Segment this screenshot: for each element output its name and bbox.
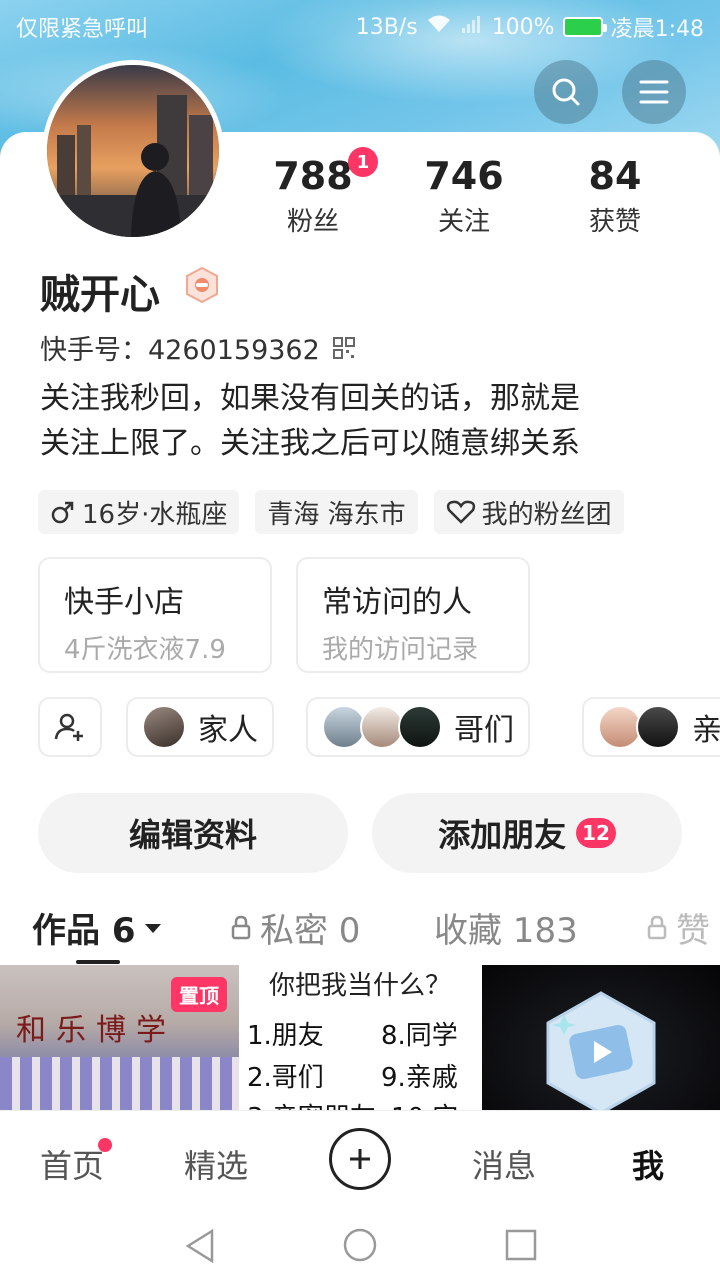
bio-line-2: 关注上限了。关注我之后可以随意绑关系 [40,426,580,461]
tab-works[interactable]: 作品 6 [32,903,162,952]
back-icon[interactable] [184,1228,216,1264]
recents-icon[interactable] [505,1229,537,1261]
pinned-badge: 置顶 [171,977,227,1012]
menu-icon [639,80,669,104]
bio-line-1: 关注我秒回，如果没有回关的话，那就是 [40,381,580,416]
video-placeholder-icon [546,991,656,1111]
clock: 凌晨1:48 [610,17,704,42]
level-badge-icon[interactable] [184,266,220,304]
fans-badge: 1 [348,147,378,177]
net-speed: 13B/s [355,14,418,40]
home-circle-icon[interactable] [343,1228,377,1262]
avatar [398,705,442,749]
group-label: 哥们 [454,713,514,748]
crowd-graphic [0,1057,239,1111]
nav-home[interactable]: 首页 [40,1141,104,1187]
add-group-button[interactable] [38,697,102,757]
plus-icon [350,1149,370,1169]
tag-location: 青海 海东市 [255,490,418,534]
tag-fan-group[interactable]: 我的粉丝团 [433,490,624,534]
chevron-down-icon [144,923,161,933]
add-friend-button[interactable]: 添加朋友 12 [372,793,682,873]
lock-icon [231,915,251,939]
friend-groups-row: 家人 哥们 亲 [38,697,720,759]
shop-box[interactable]: 快手小店 4斤洗衣液7.9 [38,557,272,673]
avatar[interactable] [42,60,224,242]
group-family[interactable]: 家人 [126,697,274,757]
nav-messages[interactable]: 消息 [472,1141,536,1187]
likes-count: 84 [588,154,642,198]
group-label: 亲 [692,713,720,748]
wifi-icon [426,14,452,40]
following-count: 746 [424,154,504,198]
tab-favorites[interactable]: 收藏 183 [434,903,578,952]
profile-tags: 16岁·水瓶座 青海 海东市 我的粉丝团 [38,490,624,534]
battery-icon [562,17,607,37]
following-label: 关注 [437,207,490,237]
lock-icon [647,915,667,939]
nav-me[interactable]: 我 [632,1141,664,1187]
male-icon [51,501,74,524]
visitors-box[interactable]: 常访问的人 我的访问记录 [296,557,530,673]
visitors-subtitle: 我的访问记录 [322,635,479,665]
work-item[interactable]: 你把我当什么？ 1.朋友 8.同学 2.哥们 9.亲戚 3.亲密朋友 10.宝贝 [241,965,480,1111]
content-tabs: 作品 6 私密 0 收藏 183 赞 [0,895,720,960]
fans-label: 粉丝 [286,207,339,237]
group-relatives[interactable]: 亲 [582,697,720,757]
tab-underline [76,960,120,964]
work-item[interactable] [482,965,720,1111]
shop-title: 快手小店 [64,585,184,620]
kwai-id: 快手号：4260159362 [40,335,320,366]
edit-profile-button[interactable]: 编辑资料 [38,793,348,873]
add-friend-badge: 12 [576,818,616,848]
group-buddies[interactable]: 哥们 [306,697,530,757]
avatar [636,705,680,749]
shop-subtitle: 4斤洗衣液7.9 [64,635,226,665]
avatar [142,705,186,749]
likes-label: 获赞 [588,207,641,237]
search-button[interactable] [534,60,598,124]
home-notification-dot [98,1138,112,1152]
add-user-icon [54,713,83,741]
profile-name: 贼开心 [40,272,160,318]
tab-likes[interactable]: 赞 [646,903,710,952]
kwai-id-row[interactable]: 快手号：4260159362 [40,328,356,367]
qr-code-icon[interactable] [332,336,356,360]
visitors-title: 常访问的人 [322,585,472,620]
heart-icon [446,500,475,524]
menu-button[interactable] [622,60,686,124]
bio: 关注我秒回，如果没有回关的话，那就是 关注上限了。关注我之后可以随意绑关系 [40,376,690,466]
nav-featured[interactable]: 精选 [184,1141,248,1187]
tab-private[interactable]: 私密 0 [230,903,360,952]
status-bar: 仅限紧急呼叫 13B/s 100% 凌晨1:48 [0,0,720,50]
signal-icon [460,14,484,40]
carrier-text: 仅限紧急呼叫 [16,17,149,42]
group-label: 家人 [198,713,258,748]
system-nav-bar [0,1208,720,1280]
status-icons: 13B/s 100% 凌晨1:48 [356,11,704,43]
create-button[interactable] [329,1128,391,1190]
tag-age: 16岁·水瓶座 [38,490,240,534]
work-item[interactable]: 和乐博学 置顶 [0,965,239,1111]
search-icon [552,78,580,106]
work-title: 你把我当什么？ [269,971,452,1001]
works-grid: 和乐博学 置顶 你把我当什么？ 1.朋友 8.同学 2.哥们 9.亲戚 3.亲密… [0,965,720,1111]
battery-percent: 100% [491,14,555,40]
stat-likes[interactable]: 84 获赞 [545,155,685,238]
work-caption: 和乐博学 [16,1013,176,1048]
stat-following[interactable]: 746 关注 [394,155,534,238]
